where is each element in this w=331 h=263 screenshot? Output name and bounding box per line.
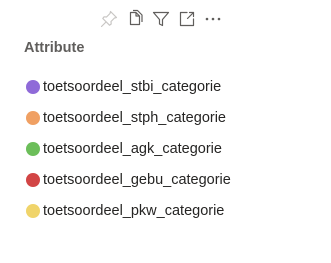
pin-icon: [99, 9, 119, 29]
legend-marker: [26, 79, 40, 94]
filter-icon: [151, 9, 171, 29]
legend-item-label: toetsoordeel_gebu_categorie: [43, 171, 231, 188]
legend-item[interactable]: toetsoordeel_agk_categorie: [26, 133, 231, 164]
legend-marker: [26, 172, 40, 187]
pin-visual-button[interactable]: [96, 6, 122, 32]
copy-icon: [125, 9, 145, 29]
filter-button[interactable]: [148, 6, 174, 32]
focus-mode-icon: [177, 9, 197, 29]
legend-item[interactable]: toetsoordeel_stbi_categorie: [26, 71, 231, 102]
legend-marker: [26, 110, 40, 125]
focus-mode-button[interactable]: [174, 6, 200, 32]
legend-marker: [26, 141, 40, 156]
copy-visual-button[interactable]: [122, 6, 148, 32]
legend-item-label: toetsoordeel_stbi_categorie: [43, 78, 222, 95]
legend-item-label: toetsoordeel_agk_categorie: [43, 140, 222, 157]
visual-header-toolbar: [96, 6, 226, 32]
legend-item[interactable]: toetsoordeel_pkw_categorie: [26, 195, 231, 226]
more-options-icon: [203, 9, 223, 29]
legend-marker: [26, 203, 40, 218]
legend-item-label: toetsoordeel_pkw_categorie: [43, 202, 225, 219]
legend: toetsoordeel_stbi_categorie toetsoordeel…: [26, 71, 231, 226]
legend-title: Attribute: [24, 40, 85, 56]
legend-item-label: toetsoordeel_stph_categorie: [43, 109, 226, 126]
legend-item[interactable]: toetsoordeel_stph_categorie: [26, 102, 231, 133]
legend-item[interactable]: toetsoordeel_gebu_categorie: [26, 164, 231, 195]
more-options-button[interactable]: [200, 6, 226, 32]
